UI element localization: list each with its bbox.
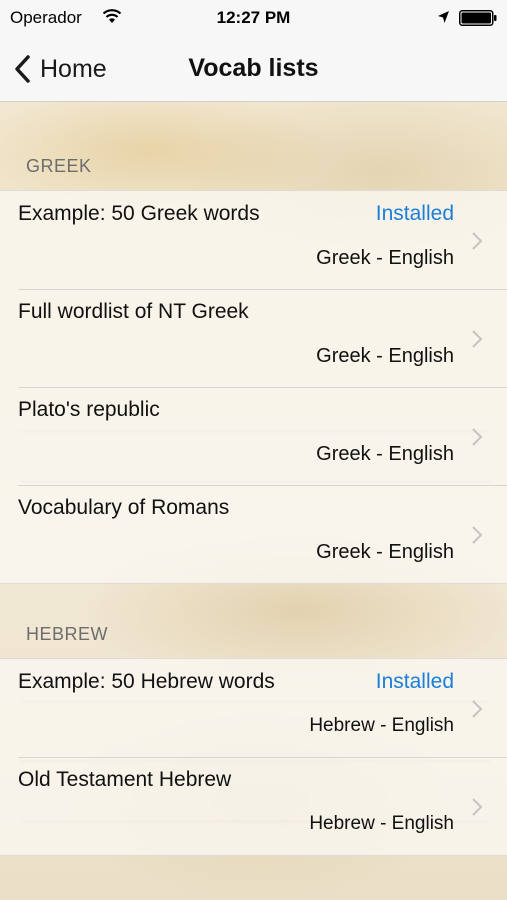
status-time: 12:27 PM: [216, 8, 291, 27]
section-hebrew: Example: 50 Hebrew words Installed Hebre…: [0, 658, 507, 856]
chevron-right-icon: [472, 798, 483, 816]
status-bar: Operador 12:27 PM: [0, 0, 507, 36]
list-item-language: Greek - English: [316, 345, 454, 367]
installed-badge: Installed: [375, 202, 454, 225]
list-item[interactable]: Full wordlist of NT Greek Greek - Englis…: [0, 289, 507, 387]
list-item-title: Plato's republic: [18, 398, 160, 421]
list-item[interactable]: Plato's republic Greek - English: [0, 387, 507, 485]
location-icon: [438, 11, 449, 23]
list-item[interactable]: Example: 50 Greek words Installed Greek …: [0, 191, 507, 289]
chevron-right-icon: [472, 428, 483, 446]
section-header-greek: GREEK: [26, 156, 92, 176]
list-item-language: Greek - English: [316, 541, 454, 563]
list-item-language: Hebrew - English: [309, 715, 454, 736]
list-item[interactable]: Vocabulary of Romans Greek - English: [0, 485, 507, 583]
list-item-title: Example: 50 Greek words: [18, 202, 260, 225]
battery-icon: [459, 10, 497, 26]
page-title: Vocab lists: [188, 54, 319, 82]
navigation-bar: Home Vocab lists: [0, 36, 507, 102]
list-item-language: Greek - English: [316, 247, 454, 269]
list-item-title: Old Testament Hebrew: [18, 768, 232, 791]
installed-badge: Installed: [375, 670, 454, 693]
list-item-language: Greek - English: [316, 443, 454, 465]
list-item-language: Hebrew - English: [309, 813, 454, 834]
chevron-right-icon: [472, 700, 483, 718]
list-item[interactable]: Example: 50 Hebrew words Installed Hebre…: [0, 659, 507, 757]
chevron-right-icon: [472, 526, 483, 544]
list-item[interactable]: Old Testament Hebrew Hebrew - English: [0, 757, 507, 855]
section-header-hebrew: HEBREW: [26, 624, 109, 644]
chevron-right-icon: [472, 232, 483, 250]
chevron-right-icon: [472, 330, 483, 348]
list-item-title: Example: 50 Hebrew words: [18, 670, 275, 693]
list-item-title: Full wordlist of NT Greek: [18, 300, 249, 323]
list-item-title: Vocabulary of Romans: [18, 496, 230, 519]
section-greek: Example: 50 Greek words Installed Greek …: [0, 190, 507, 584]
